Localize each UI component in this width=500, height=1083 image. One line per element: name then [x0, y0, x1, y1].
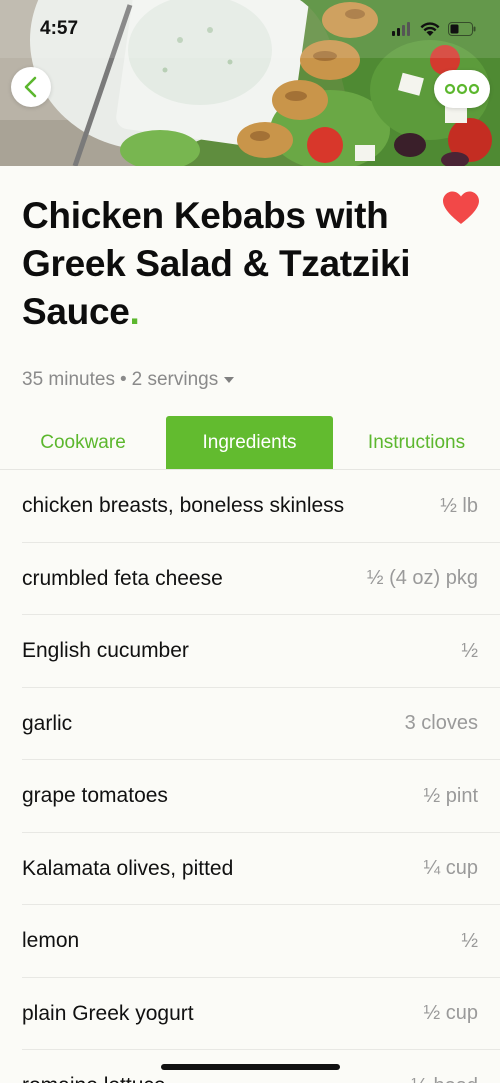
more-icon [445, 83, 479, 95]
battery-icon [448, 22, 476, 36]
ingredient-quantity: ¼ cup [423, 857, 478, 880]
ingredient-name: romaine lettuce [22, 1074, 166, 1083]
chevron-left-icon [24, 76, 37, 98]
list-item[interactable]: grape tomatoes ½ pint [0, 760, 500, 833]
recipe-tabs: Cookware Ingredients Instructions [0, 416, 500, 469]
list-item[interactable]: Kalamata olives, pitted ¼ cup [0, 833, 500, 906]
ingredient-name: crumbled feta cheese [22, 566, 223, 590]
ingredient-name: English cucumber [22, 639, 189, 663]
home-indicator[interactable] [161, 1064, 340, 1070]
recipe-duration: 35 minutes [22, 369, 115, 390]
title-dot: . [129, 291, 140, 332]
tab-ingredients[interactable]: Ingredients [166, 416, 333, 469]
tab-instructions[interactable]: Instructions [333, 416, 500, 469]
ingredients-list: chicken breasts, boneless skinless ½ lb … [0, 470, 500, 1083]
list-item[interactable]: plain Greek yogurt ½ cup [0, 978, 500, 1051]
ingredient-name: garlic [22, 711, 73, 735]
back-button[interactable] [11, 67, 51, 107]
ingredient-quantity: ½ [461, 639, 478, 662]
heart-icon[interactable] [441, 190, 481, 226]
ingredient-name: chicken breasts, boneless skinless [22, 494, 345, 518]
ingredient-quantity: ½ lb [440, 494, 478, 517]
recipe-title: Chicken Kebabs with Greek Salad & Tzatzi… [22, 192, 432, 336]
list-item[interactable]: English cucumber ½ [0, 615, 500, 688]
ingredient-quantity: ½ cup [423, 1002, 478, 1025]
ingredient-quantity: ½ pint [423, 784, 478, 807]
ingredient-name: lemon [22, 929, 80, 953]
recipe-meta: 35 minutes • 2 servings [22, 369, 235, 391]
meta-separator: • [119, 369, 127, 390]
ingredient-quantity: 3 cloves [404, 712, 478, 735]
status-icons [392, 18, 476, 40]
ingredient-name: grape tomatoes [22, 784, 168, 808]
list-item[interactable]: garlic 3 cloves [0, 688, 500, 761]
wifi-icon [420, 21, 440, 36]
tab-cookware[interactable]: Cookware [0, 416, 166, 469]
cellular-signal-icon [392, 22, 410, 36]
ingredient-quantity: ½ (4 oz) pkg [366, 567, 478, 590]
recipe-title-text: Chicken Kebabs with Greek Salad & Tzatzi… [22, 195, 411, 332]
ingredient-name: plain Greek yogurt [22, 1001, 194, 1025]
recipe-screen: 4:57 Chicken Kebabs with Greek Salad & T… [0, 0, 500, 1083]
ingredient-quantity: ½ [461, 929, 478, 952]
servings-selector[interactable]: 2 servings [132, 369, 219, 391]
list-item[interactable]: crumbled feta cheese ½ (4 oz) pkg [0, 543, 500, 616]
status-bar: 4:57 [0, 0, 500, 60]
more-options-button[interactable] [434, 70, 490, 108]
status-time: 4:57 [40, 18, 79, 39]
ingredient-quantity: ½ head [411, 1075, 478, 1083]
ingredient-name: Kalamata olives, pitted [22, 856, 234, 880]
caret-down-icon[interactable] [223, 376, 235, 384]
list-item[interactable]: lemon ½ [0, 905, 500, 978]
list-item[interactable]: chicken breasts, boneless skinless ½ lb [0, 470, 500, 543]
